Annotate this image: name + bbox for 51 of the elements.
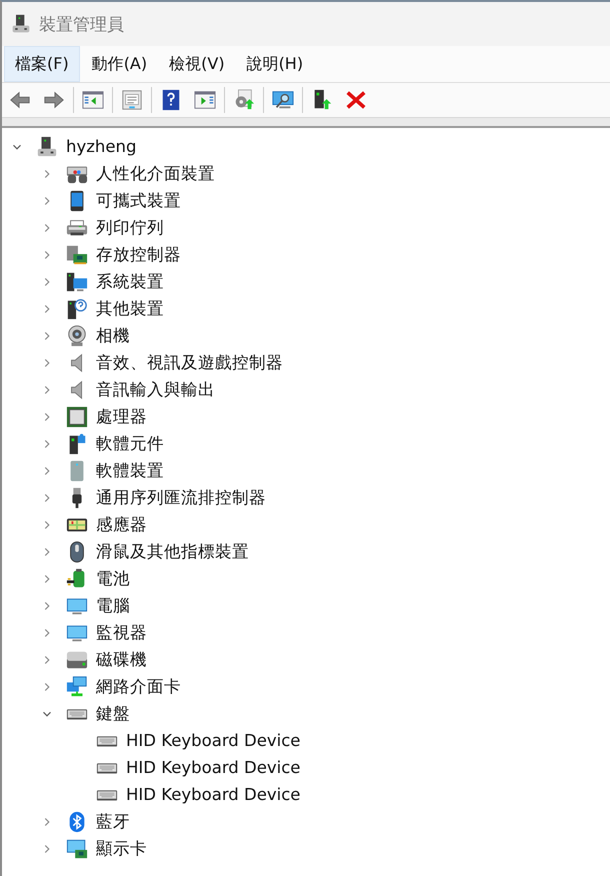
question-device-icon	[66, 298, 88, 320]
tree-item[interactable]: 軟體裝置	[96, 460, 164, 482]
tree-item[interactable]: 處理器	[96, 406, 147, 428]
tree-item[interactable]: 電池	[96, 568, 130, 590]
network-monitors-icon	[66, 676, 88, 698]
menu-item[interactable]: 檢視(V)	[159, 46, 235, 82]
tree-item[interactable]: HID Keyboard Device	[126, 731, 300, 750]
tree-item[interactable]: 通用序列匯流排控制器	[96, 486, 266, 508]
delete-icon[interactable]	[345, 89, 367, 111]
tree-item[interactable]: 音訊輸入與輸出	[96, 378, 215, 400]
window-pane-icon[interactable]	[82, 89, 104, 111]
back-arrow-icon[interactable]	[9, 89, 31, 111]
monitor-card-icon	[66, 838, 88, 860]
monitor-search-icon[interactable]	[272, 89, 294, 111]
window-pane-icon[interactable]	[194, 89, 216, 111]
tree-item[interactable]: 音效、視訊及遊戲控制器	[96, 352, 283, 374]
menu-item[interactable]: 說明(H)	[236, 46, 314, 82]
tree-item[interactable]: 磁碟機	[96, 648, 147, 670]
computer-icon	[36, 136, 58, 158]
tree-item[interactable]: 可攜式裝置	[96, 190, 181, 212]
circuit-board-icon	[66, 244, 88, 266]
pane-splitter[interactable]	[2, 117, 610, 128]
window-title: 裝置管理員	[39, 14, 124, 36]
tree-item[interactable]: HID Keyboard Device	[126, 785, 300, 804]
tree-item[interactable]: 人性化介面裝置	[96, 162, 215, 184]
tree-item[interactable]: 列印佇列	[96, 216, 164, 238]
tree-item[interactable]: 顯示卡	[96, 838, 147, 860]
tree-item[interactable]: 感應器	[96, 514, 147, 536]
tree-item[interactable]: 存放控制器	[96, 244, 181, 266]
tree-item[interactable]: 監視器	[96, 622, 147, 644]
tree-item[interactable]: 軟體元件	[96, 432, 164, 454]
webcam-icon	[66, 324, 88, 346]
tree-item[interactable]: hyzheng	[66, 137, 136, 156]
help-icon[interactable]	[160, 89, 182, 111]
tree-item[interactable]: 其他裝置	[96, 298, 164, 320]
tree-item[interactable]: 系統裝置	[96, 270, 164, 292]
gear-update-icon[interactable]	[233, 89, 255, 111]
menu-item[interactable]: 動作(A)	[82, 46, 158, 82]
tree-item[interactable]: HID Keyboard Device	[126, 758, 300, 777]
tree-item[interactable]: 相機	[96, 324, 130, 346]
tree-item[interactable]: 網路介面卡	[96, 676, 181, 698]
tree-item[interactable]: 電腦	[96, 594, 130, 616]
chip-icon	[66, 406, 88, 428]
app-icon	[11, 14, 31, 34]
tree-item[interactable]: 藍牙	[96, 810, 130, 832]
computer-icon	[66, 270, 88, 292]
menu-item[interactable]: 檔案(F)	[4, 46, 80, 82]
properties-icon[interactable]	[121, 89, 143, 111]
tree-item[interactable]: 滑鼠及其他指標裝置	[96, 540, 249, 562]
forward-arrow-icon[interactable]	[43, 89, 65, 111]
tree-item[interactable]: 鍵盤	[96, 702, 130, 724]
